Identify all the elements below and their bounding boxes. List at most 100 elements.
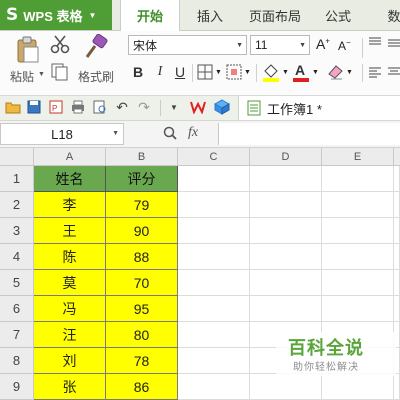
align-top-button[interactable] — [368, 36, 382, 50]
cell-e2[interactable] — [322, 192, 394, 218]
cell-d4[interactable] — [250, 244, 322, 270]
cell-d6[interactable] — [250, 296, 322, 322]
cell-d9[interactable] — [250, 374, 322, 400]
cell-d2[interactable] — [250, 192, 322, 218]
font-size-select[interactable]: 11 ▼ — [250, 35, 310, 55]
name-box[interactable]: L18 ▼ — [0, 123, 124, 145]
cell-f1[interactable] — [394, 166, 400, 192]
cell-a1[interactable]: 姓名 — [34, 166, 106, 192]
column-header-b[interactable]: B — [106, 148, 178, 166]
cell-a4[interactable]: 陈 — [34, 244, 106, 270]
column-header-e[interactable]: E — [322, 148, 394, 166]
cell-d3[interactable] — [250, 218, 322, 244]
cell-a8[interactable]: 刘 — [34, 348, 106, 374]
cell-a2[interactable]: 李 — [34, 192, 106, 218]
cell-c1[interactable] — [178, 166, 250, 192]
cell-e9[interactable] — [322, 374, 394, 400]
cell-f6[interactable] — [394, 296, 400, 322]
align-left-button[interactable] — [368, 66, 382, 80]
font-name-select[interactable]: 宋体 ▼ — [128, 35, 247, 55]
redo-button[interactable]: ↷ — [136, 99, 152, 115]
cell-e6[interactable] — [322, 296, 394, 322]
wps-menu-button[interactable]: S WPS 表格 ▼ — [0, 0, 112, 30]
cell-d5[interactable] — [250, 270, 322, 296]
cell-c7[interactable] — [178, 322, 250, 348]
cell-e1[interactable] — [322, 166, 394, 192]
row-header-7[interactable]: 7 — [0, 322, 34, 348]
borders-button[interactable]: ▼ — [197, 64, 223, 82]
cell-e4[interactable] — [322, 244, 394, 270]
cell-f4[interactable] — [394, 244, 400, 270]
row-header-6[interactable]: 6 — [0, 296, 34, 322]
cell-c3[interactable] — [178, 218, 250, 244]
bold-button[interactable]: B — [130, 62, 146, 82]
align-middle-button[interactable] — [388, 36, 400, 50]
open-folder-button[interactable] — [5, 99, 21, 115]
cell-a7[interactable]: 汪 — [34, 322, 106, 348]
column-header-d[interactable]: D — [250, 148, 322, 166]
cell-b3[interactable]: 90 — [106, 218, 178, 244]
cell-f5[interactable] — [394, 270, 400, 296]
customize-toolbar-button[interactable]: ▼ — [166, 99, 182, 115]
cell-d1[interactable] — [250, 166, 322, 192]
cell-b2[interactable]: 79 — [106, 192, 178, 218]
cell-a9[interactable]: 张 — [34, 374, 106, 400]
paste-button[interactable]: 粘贴 ▼ — [8, 34, 52, 90]
row-header-3[interactable]: 3 — [0, 218, 34, 244]
cell-a6[interactable]: 冯 — [34, 296, 106, 322]
cell-b9[interactable]: 86 — [106, 374, 178, 400]
cut-button[interactable] — [50, 34, 72, 56]
copy-button[interactable] — [50, 62, 72, 84]
increase-font-size-button[interactable]: A+ — [316, 36, 330, 52]
row-header-4[interactable]: 4 — [0, 244, 34, 270]
column-header-a[interactable]: A — [34, 148, 106, 166]
export-pdf-button[interactable]: P — [48, 99, 64, 115]
row-header-2[interactable]: 2 — [0, 192, 34, 218]
row-header-1[interactable]: 1 — [0, 166, 34, 192]
tab-formulas[interactable]: 公式 — [318, 0, 358, 30]
cell-c9[interactable] — [178, 374, 250, 400]
cell-f3[interactable] — [394, 218, 400, 244]
cell-b7[interactable]: 80 — [106, 322, 178, 348]
underline-button[interactable]: U — [172, 62, 188, 82]
cell-e3[interactable] — [322, 218, 394, 244]
tab-page-layout[interactable]: 页面布局 — [243, 0, 307, 30]
cell-f2[interactable] — [394, 192, 400, 218]
fill-pattern-button[interactable]: ▼ — [226, 64, 252, 82]
row-header-5[interactable]: 5 — [0, 270, 34, 296]
row-header-8[interactable]: 8 — [0, 348, 34, 374]
fill-color-button[interactable]: ▼ — [262, 62, 290, 84]
save-button[interactable] — [26, 99, 42, 115]
column-header-f[interactable] — [394, 148, 400, 166]
align-center-button[interactable] — [388, 66, 400, 80]
cell-b4[interactable]: 88 — [106, 244, 178, 270]
cell-a3[interactable]: 王 — [34, 218, 106, 244]
format-painter-button[interactable]: 格式刷 — [76, 34, 116, 90]
insert-function-button[interactable]: fx — [188, 125, 198, 141]
undo-button[interactable]: ↶ — [114, 99, 130, 115]
cell-b5[interactable]: 70 — [106, 270, 178, 296]
cell-a5[interactable]: 莫 — [34, 270, 106, 296]
cell-b8[interactable]: 78 — [106, 348, 178, 374]
cell-c4[interactable] — [178, 244, 250, 270]
row-header-9[interactable]: 9 — [0, 374, 34, 400]
cell-b6[interactable]: 95 — [106, 296, 178, 322]
cell-c5[interactable] — [178, 270, 250, 296]
document-tab[interactable]: 工作簿1 * — [238, 96, 400, 120]
cell-f9[interactable] — [394, 374, 400, 400]
tab-home[interactable]: 开始 — [120, 0, 180, 31]
cell-c2[interactable] — [178, 192, 250, 218]
cell-b1[interactable]: 评分 — [106, 166, 178, 192]
wps-office-button[interactable] — [190, 99, 206, 115]
italic-button[interactable]: I — [152, 62, 168, 82]
font-color-button[interactable]: A ▼ — [292, 62, 320, 84]
cell-e5[interactable] — [322, 270, 394, 296]
tab-insert[interactable]: 插入 — [186, 0, 234, 30]
tab-data[interactable]: 数 — [382, 0, 400, 30]
column-header-c[interactable]: C — [178, 148, 250, 166]
print-button[interactable] — [70, 99, 86, 115]
clear-format-button[interactable]: ▼ — [326, 62, 354, 84]
cloud-button[interactable] — [214, 99, 230, 115]
cell-c6[interactable] — [178, 296, 250, 322]
formula-input[interactable] — [218, 123, 400, 145]
